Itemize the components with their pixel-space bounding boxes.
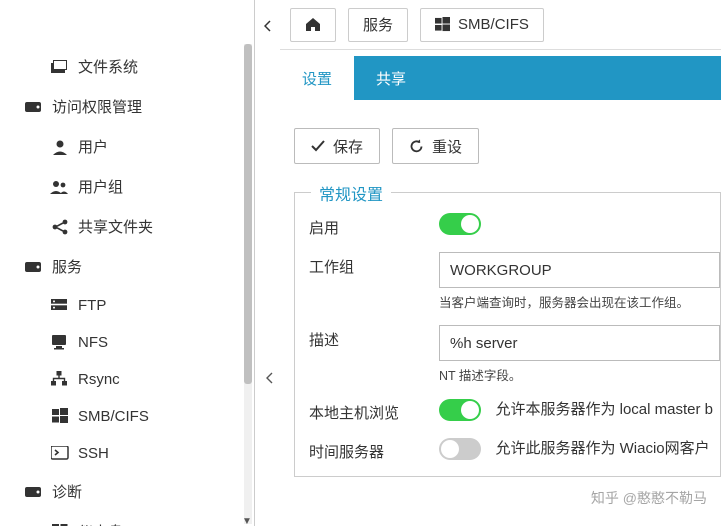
sidebar-label: 用户组: [78, 176, 123, 197]
terminal-icon: [50, 444, 70, 462]
sidebar-item-access[interactable]: 访问权限管理: [20, 86, 248, 126]
fieldset-title: 常规设置: [311, 181, 391, 205]
breadcrumb-home[interactable]: [290, 8, 336, 42]
collapse-sidebar-icon[interactable]: [260, 18, 276, 34]
tab-settings[interactable]: 设置: [280, 56, 354, 100]
localmaster-toggle[interactable]: [439, 399, 481, 421]
tab-shares[interactable]: 共享: [354, 56, 428, 100]
sidebar: 文件系统 访问权限管理 用户 用户组 共享文件夹 服务: [0, 0, 255, 526]
sidebar-item-nfs[interactable]: NFS: [20, 323, 248, 360]
sidebar-label: Rsync: [78, 371, 120, 388]
check-icon: [311, 140, 325, 152]
field-description: 描述 NT 描述字段。: [309, 325, 720, 384]
button-label: 重设: [432, 136, 462, 157]
sidebar-item-ssh[interactable]: SSH: [20, 434, 248, 471]
field-label: 本地主机浏览: [309, 398, 439, 423]
expand-handle-icon[interactable]: [262, 368, 276, 388]
server-icon: [50, 296, 70, 314]
tab-bar: 设置 共享: [280, 56, 721, 100]
field-localmaster: 本地主机浏览 允许本服务器作为 local master b: [309, 398, 720, 423]
timeserver-toggle[interactable]: [439, 438, 481, 460]
main-content: 保存 重设 常规设置 启用 工作组 当客户端查询时，服务器会出现在该工作组。 描…: [280, 110, 721, 526]
sidebar-label: SMB/CIFS: [78, 408, 149, 425]
watermark-text: 知乎 @憨憨不勒马: [591, 488, 707, 508]
tab-label: 共享: [376, 68, 406, 89]
share-icon: [50, 218, 70, 236]
tab-label: 设置: [302, 68, 332, 89]
sidebar-label: 文件系统: [78, 56, 138, 77]
sidebar-item-diagnostics[interactable]: 诊断: [20, 471, 248, 511]
user-icon: [50, 138, 70, 156]
windows-icon: [50, 407, 70, 425]
home-icon: [305, 17, 321, 32]
breadcrumb-label: SMB/CIFS: [458, 16, 529, 33]
sidebar-label: FTP: [78, 297, 106, 314]
sidebar-item-smb[interactable]: SMB/CIFS: [20, 397, 248, 434]
sidebar-label: 诊断: [52, 481, 82, 502]
group-icon: [50, 178, 70, 196]
sidebar-scrollbar[interactable]: ▼: [244, 44, 252, 524]
drive-icon: [24, 98, 44, 116]
network-icon: [50, 370, 70, 388]
scroll-down-icon[interactable]: ▼: [242, 516, 254, 526]
sidebar-label: 服务: [52, 256, 82, 277]
enable-toggle[interactable]: [439, 213, 481, 235]
field-timeserver: 时间服务器 允许此服务器作为 Wiacio网客户: [309, 437, 720, 462]
workgroup-input[interactable]: [439, 252, 720, 288]
button-label: 保存: [333, 136, 363, 157]
field-workgroup: 工作组 当客户端查询时，服务器会出现在该工作组。: [309, 252, 720, 311]
sidebar-tree: 文件系统 访问权限管理 用户 用户组 共享文件夹 服务: [0, 0, 254, 526]
dashboard-icon: [50, 523, 70, 526]
drive-icon: [24, 483, 44, 501]
breadcrumb-services[interactable]: 服务: [348, 8, 408, 42]
sidebar-item-rsync[interactable]: Rsync: [20, 360, 248, 397]
field-enable: 启用: [309, 213, 720, 238]
general-settings-fieldset: 常规设置 启用 工作组 当客户端查询时，服务器会出现在该工作组。 描述 NT 描…: [294, 192, 721, 477]
sidebar-item-filesystem[interactable]: 文件系统: [20, 46, 248, 86]
description-input[interactable]: [439, 325, 720, 361]
field-label: 时间服务器: [309, 437, 439, 462]
scrollbar-thumb[interactable]: [244, 44, 252, 384]
sidebar-label: 用户: [78, 136, 108, 157]
breadcrumb-label: 服务: [363, 14, 393, 35]
field-help: 当客户端查询时，服务器会出现在该工作组。: [439, 292, 720, 311]
field-help: NT 描述字段。: [439, 365, 720, 384]
sidebar-item-user[interactable]: 用户: [20, 126, 248, 166]
field-label: 启用: [309, 213, 439, 238]
reset-button[interactable]: 重设: [392, 128, 479, 164]
breadcrumb-smb[interactable]: SMB/CIFS: [420, 8, 544, 42]
sidebar-item-dashboard[interactable]: 仪表盘: [20, 511, 248, 526]
sidebar-label: SSH: [78, 445, 109, 462]
sidebar-label: 共享文件夹: [78, 216, 153, 237]
sidebar-item-group[interactable]: 用户组: [20, 166, 248, 206]
sidebar-label: NFS: [78, 334, 108, 351]
toggle-text: 允许本服务器作为 local master b: [495, 401, 713, 418]
drive-icon: [24, 258, 44, 276]
windows-icon: [435, 17, 450, 32]
sidebar-label: 仪表盘: [78, 521, 123, 526]
field-label: 工作组: [309, 252, 439, 277]
save-button[interactable]: 保存: [294, 128, 380, 164]
sidebar-item-sharedfolder[interactable]: 共享文件夹: [20, 206, 248, 246]
sidebar-item-ftp[interactable]: FTP: [20, 286, 248, 323]
toggle-text: 允许此服务器作为 Wiacio网客户: [495, 440, 709, 457]
monitor-icon: [50, 333, 70, 351]
folder-stack-icon: [50, 58, 70, 76]
sidebar-label: 访问权限管理: [52, 96, 142, 117]
breadcrumb: 服务 SMB/CIFS: [280, 0, 721, 50]
refresh-icon: [409, 139, 424, 154]
sidebar-item-services[interactable]: 服务: [20, 246, 248, 286]
field-label: 描述: [309, 325, 439, 350]
